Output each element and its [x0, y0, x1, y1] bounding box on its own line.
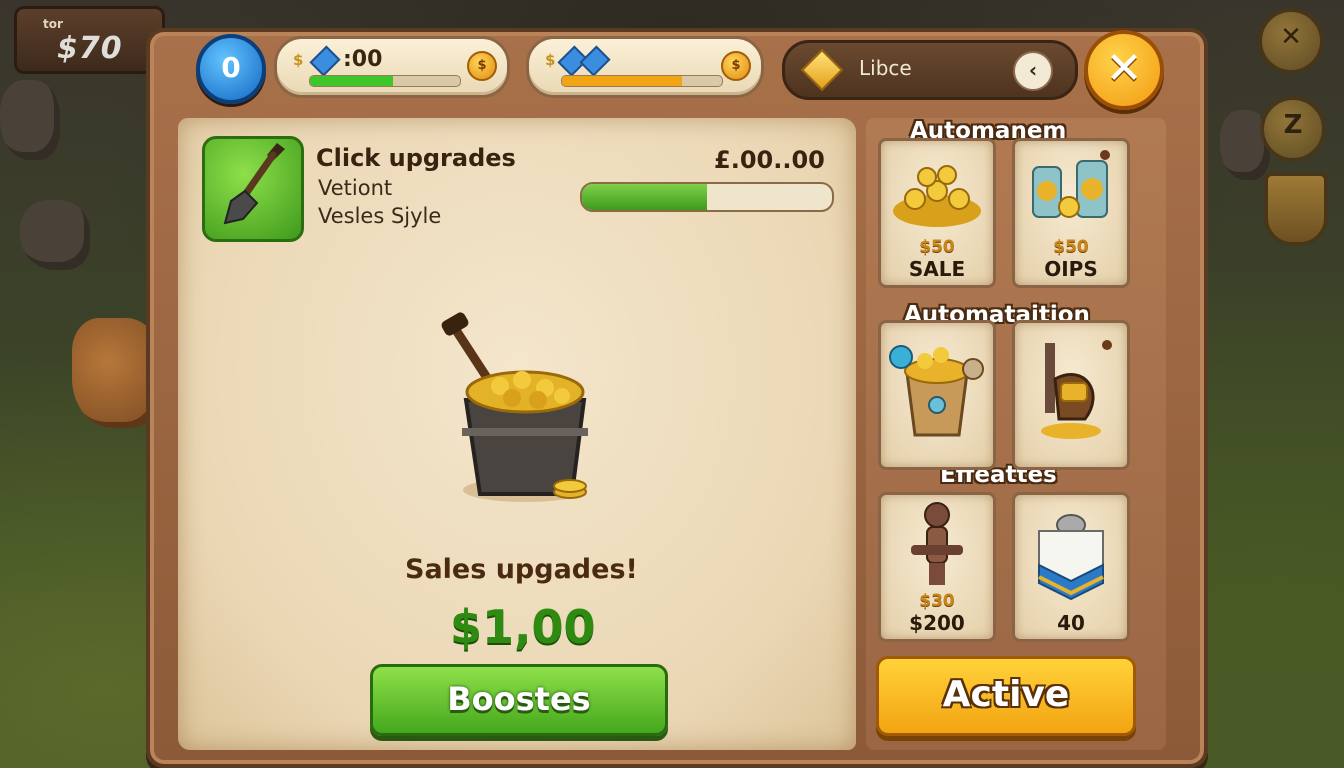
- background-rock: [20, 200, 90, 270]
- resource-1-bar-fill: [310, 76, 393, 86]
- upgrade-card-machine[interactable]: [1012, 320, 1130, 470]
- tool-glyph-icon: ✕: [1280, 22, 1302, 52]
- resource-1-value: :00: [343, 47, 383, 72]
- z-glyph-icon: Z: [1283, 110, 1303, 140]
- background-rock: [0, 80, 60, 160]
- gem-icon: [309, 45, 341, 77]
- sales-price: $1,00: [450, 600, 596, 654]
- upgrade-subtitle-1: Vetiont: [318, 176, 393, 200]
- upgrade-title: Click upgrades: [316, 144, 516, 172]
- coin-icon: $: [467, 51, 497, 81]
- upgrade-card-sale[interactable]: $50 SALE: [878, 138, 996, 288]
- upgrade-card-effect-2[interactable]: 40: [1012, 492, 1130, 642]
- drill-machine-icon: [1041, 340, 1112, 439]
- level-badge[interactable]: 0: [196, 34, 266, 104]
- upgrade-progress-fill: [582, 184, 707, 210]
- diamond-icon: [800, 48, 844, 92]
- dollar-icon: $: [545, 51, 556, 69]
- card-price: $50: [1053, 237, 1089, 257]
- close-button[interactable]: ✕: [1084, 30, 1164, 110]
- side-tool-icon[interactable]: ✕: [1258, 8, 1324, 74]
- card-label: $200: [909, 611, 965, 635]
- upgrade-card-gold-pot[interactable]: [878, 320, 996, 470]
- upgrade-price: £.00..00: [714, 146, 825, 174]
- resource-1-bar: [309, 75, 461, 87]
- dollar-icon: $: [293, 51, 304, 69]
- upgrade-progress-bar: [580, 182, 834, 212]
- boost-button[interactable]: Boostes: [370, 664, 668, 736]
- search-text: Libce: [859, 56, 912, 80]
- card-price: $50: [919, 237, 955, 257]
- statue-icon: [911, 502, 963, 585]
- money-counter: tor $70: [14, 6, 165, 74]
- shield-icon[interactable]: [1264, 172, 1328, 246]
- card-label: OIPS: [1044, 257, 1098, 281]
- gold-bucket-icon: [441, 312, 588, 502]
- resource-pill-1: $ :00 $: [274, 36, 510, 98]
- back-button[interactable]: ‹: [1013, 51, 1053, 91]
- resource-pill-2: $ $: [526, 36, 764, 98]
- gold-jars-icon: [1032, 150, 1110, 218]
- resource-2-bar: [561, 75, 723, 87]
- resource-2-bar-fill: [562, 76, 682, 86]
- upgrade-card-oips[interactable]: $50 OIPS: [1012, 138, 1130, 288]
- money-value: $70: [57, 31, 123, 66]
- card-label: SALE: [908, 257, 966, 281]
- side-sleep-icon[interactable]: Z: [1260, 96, 1326, 162]
- card-price: $30: [919, 591, 955, 611]
- sales-upgrades-title: Sales upgades!: [405, 554, 638, 585]
- gold-pot-icon: [889, 345, 984, 437]
- coins-pile-icon: [893, 165, 981, 227]
- coin-icon: $: [721, 51, 751, 81]
- click-upgrade-icon[interactable]: [202, 136, 304, 242]
- search-field[interactable]: Libce ‹: [782, 40, 1078, 100]
- gem-icon: [579, 45, 611, 77]
- card-label: 40: [1057, 611, 1085, 635]
- money-label: tor: [43, 17, 63, 31]
- upgrade-subtitle-2: Vesles Sjyle: [318, 204, 442, 228]
- crystal-box-icon: [1038, 514, 1104, 601]
- upgrade-card-effect-1[interactable]: $30 $200: [878, 492, 996, 642]
- active-button[interactable]: Active: [876, 656, 1136, 736]
- shovel-icon: [223, 143, 285, 225]
